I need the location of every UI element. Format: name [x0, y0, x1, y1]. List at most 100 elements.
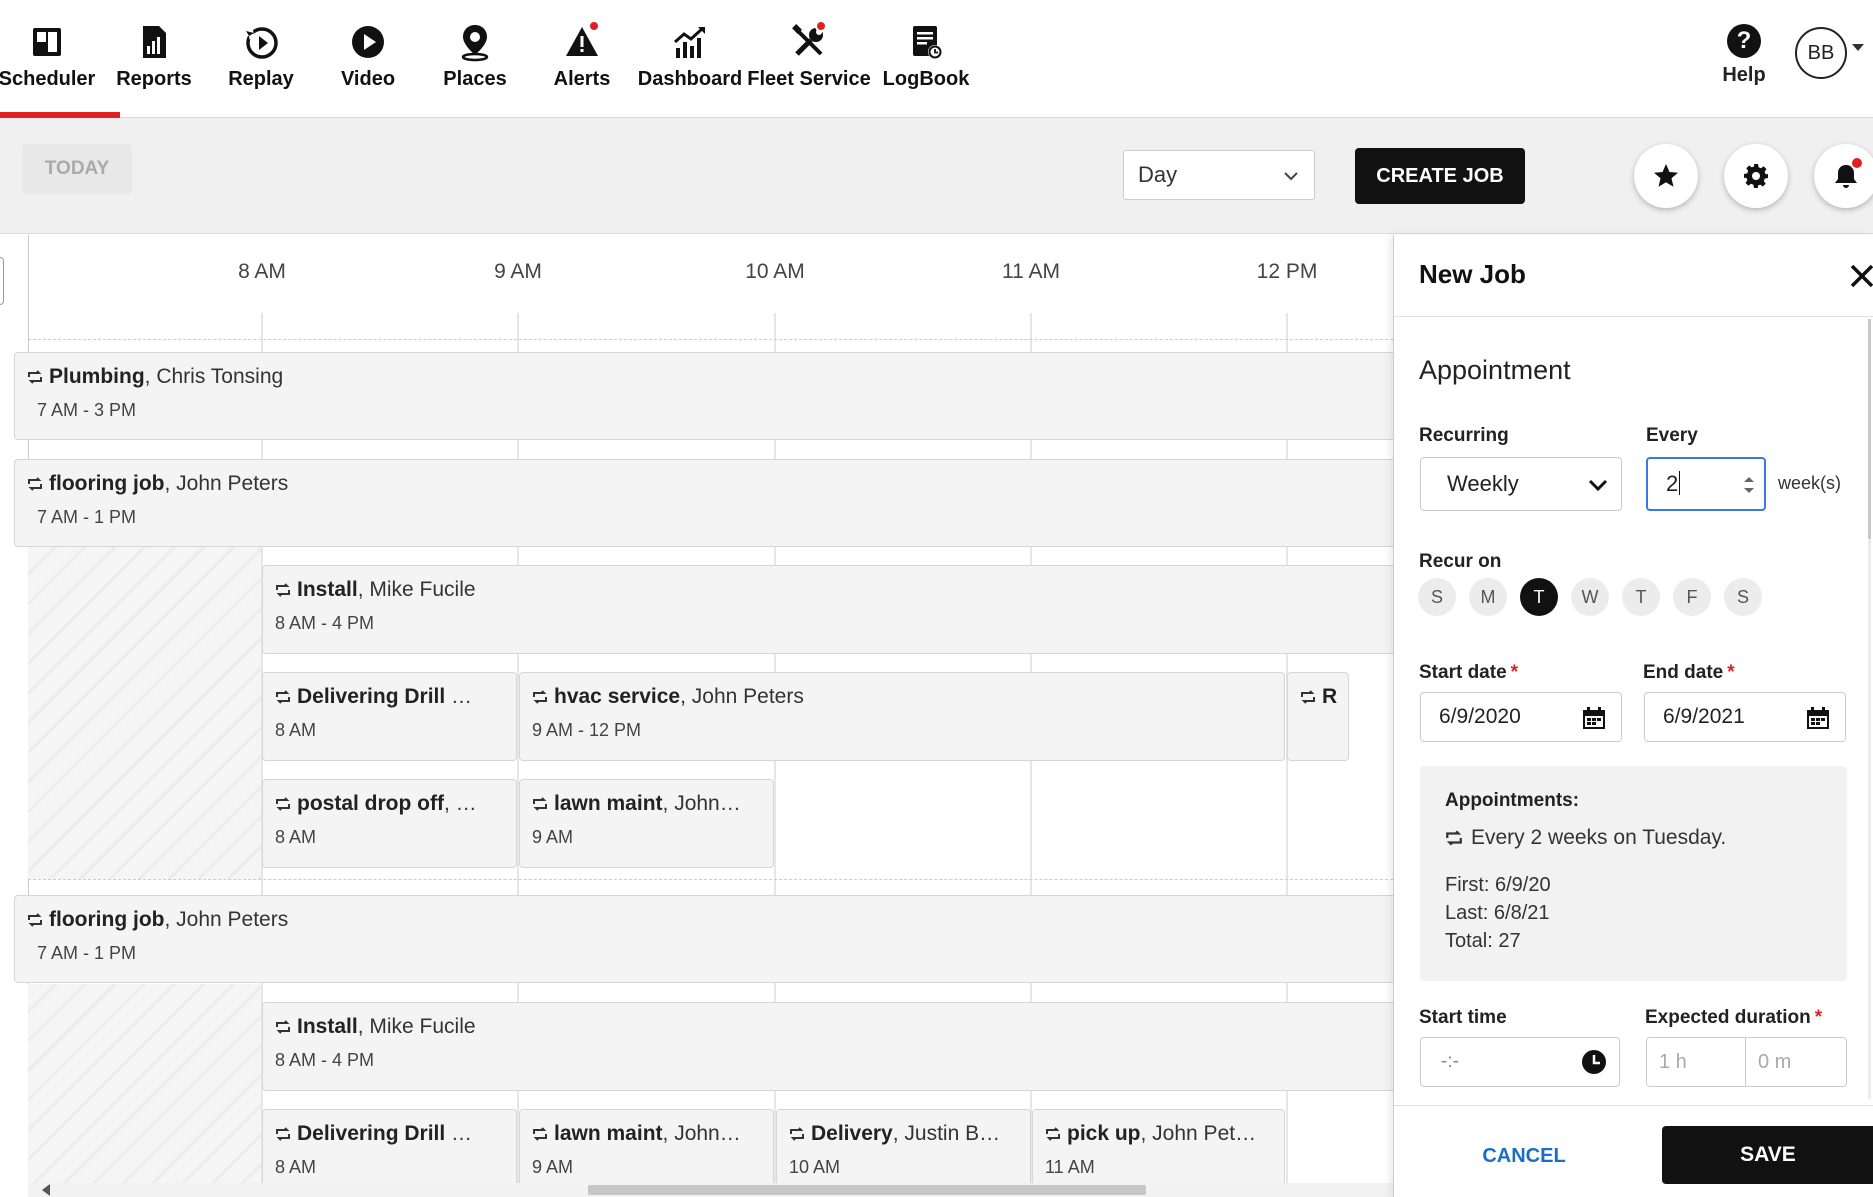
job-title: Install	[297, 578, 358, 601]
nav-dashboard[interactable]: Dashboard	[626, 22, 754, 91]
notification-dot	[588, 20, 600, 32]
job-title: flooring job	[49, 472, 165, 495]
collapse-handle[interactable]	[0, 257, 4, 305]
start-date-value: 6/9/2020	[1439, 705, 1521, 728]
panel-scrollbar-thumb[interactable]	[1868, 319, 1871, 539]
recurring-icon	[1446, 830, 1462, 846]
duration-minutes-input[interactable]: 0 m	[1745, 1037, 1847, 1087]
clock-icon[interactable]	[1581, 1049, 1607, 1075]
video-icon	[348, 22, 388, 62]
recurring-icon	[28, 913, 42, 927]
summary-total: Total: 27	[1445, 930, 1521, 952]
nav-fleet-service[interactable]: Fleet Service	[745, 20, 873, 91]
avatar[interactable]: BB	[1795, 27, 1847, 79]
day-toggle-wednesday[interactable]: W	[1571, 578, 1609, 616]
recurring-icon	[533, 690, 547, 704]
cancel-button[interactable]: CANCEL	[1454, 1136, 1594, 1176]
hour-label: 10 AM	[745, 260, 805, 283]
view-select[interactable]: Day	[1123, 150, 1315, 200]
horizontal-scrollbar[interactable]	[28, 1183, 1393, 1197]
row-divider	[28, 339, 1393, 340]
recurring-icon	[276, 690, 290, 704]
job-assignee: , John…	[662, 792, 741, 815]
day-toggle-saturday[interactable]: S	[1724, 578, 1762, 616]
scheduler-toolbar: TODAY Day CREATE JOB	[0, 118, 1873, 234]
scheduler-icon	[27, 22, 67, 62]
day-toggle-sunday[interactable]: S	[1418, 578, 1456, 616]
job-time: 7 AM - 1 PM	[37, 507, 137, 527]
job-card[interactable]: lawn maint, John… 9 AM	[519, 779, 774, 868]
job-card[interactable]: Install, Mike Fucile 8 AM - 4 PM	[262, 1002, 1393, 1091]
reports-icon	[134, 22, 174, 62]
job-card[interactable]: R	[1287, 672, 1349, 761]
job-card[interactable]: hvac service, John Peters 9 AM - 12 PM	[519, 672, 1285, 761]
job-assignee: , Mike Fucile	[357, 1015, 476, 1038]
job-card[interactable]: Install, Mike Fucile 8 AM - 4 PM	[262, 565, 1393, 654]
job-assignee: , Chris Tonsing	[144, 365, 284, 388]
job-assignee: , John Peters	[164, 472, 289, 495]
close-icon[interactable]	[1849, 263, 1873, 289]
start-time-input[interactable]: -:-	[1420, 1037, 1620, 1087]
notification-dot	[1850, 156, 1864, 170]
panel-scrollbar[interactable]	[1868, 319, 1871, 1099]
summary-last: Last: 6/8/21	[1445, 902, 1550, 924]
notifications-button[interactable]	[1814, 144, 1873, 208]
job-assignee: , …	[443, 792, 477, 815]
start-date-input[interactable]: 6/9/2020	[1420, 692, 1622, 742]
settings-button[interactable]	[1724, 144, 1788, 208]
job-title: Delivering Drill	[297, 1122, 446, 1145]
day-toggle-thursday[interactable]: T	[1622, 578, 1660, 616]
recurring-icon	[276, 1020, 290, 1034]
new-job-panel: New Job Appointment Recurring Every Week…	[1393, 235, 1873, 1197]
scrollbar-thumb[interactable]	[588, 1185, 1146, 1195]
recurring-icon	[533, 797, 547, 811]
every-interval-value: 2	[1666, 471, 1679, 496]
job-card[interactable]: Plumbing, Chris Tonsing 7 AM - 3 PM	[14, 352, 1393, 440]
job-card[interactable]: flooring job, John Peters 7 AM - 1 PM	[14, 895, 1393, 983]
interval-unit: week(s)	[1778, 473, 1842, 493]
every-interval-input[interactable]: 2	[1646, 457, 1766, 511]
duration-label: Expected duration *	[1645, 1007, 1823, 1028]
nav-label: Scheduler	[0, 68, 96, 90]
day-toggle-tuesday[interactable]: T	[1520, 578, 1558, 616]
help-button[interactable]: ? Help	[1680, 24, 1808, 87]
job-time: 8 AM	[275, 827, 317, 847]
panel-title: New Job	[1419, 259, 1526, 289]
fleet-service-icon	[789, 20, 829, 62]
calendar-icon[interactable]	[1805, 705, 1831, 731]
calendar-icon[interactable]	[1581, 705, 1607, 731]
recurring-select[interactable]: Weekly	[1420, 457, 1622, 511]
create-job-button[interactable]: CREATE JOB	[1355, 148, 1525, 204]
schedule-grid: 8 AM 9 AM 10 AM 11 AM 12 PM Plumbing, Ch…	[0, 235, 1393, 1197]
nav-label: Video	[340, 68, 396, 90]
job-time: 8 AM - 4 PM	[275, 613, 375, 633]
notification-dot	[815, 20, 827, 32]
spinner-icon[interactable]	[1742, 473, 1756, 497]
job-time: 9 AM - 12 PM	[532, 720, 642, 740]
day-toggle-friday[interactable]: F	[1673, 578, 1711, 616]
alerts-icon	[562, 20, 602, 62]
job-assignee: , John…	[662, 1122, 741, 1145]
job-card[interactable]: postal drop off, … 8 AM	[262, 779, 517, 868]
panel-header: New Job	[1394, 235, 1873, 317]
day-toggle-monday[interactable]: M	[1469, 578, 1507, 616]
duration-hours-input[interactable]: 1 h	[1646, 1037, 1746, 1087]
nav-label: Fleet Service	[747, 68, 871, 90]
job-card[interactable]: Delivering Drill … 8 AM	[262, 672, 517, 761]
save-button[interactable]: SAVE	[1662, 1126, 1873, 1184]
places-icon	[455, 22, 495, 62]
nav-label: Alerts	[553, 68, 611, 90]
scroll-left-icon[interactable]	[42, 1184, 50, 1196]
nav-logbook[interactable]: LogBook	[862, 22, 990, 91]
today-button[interactable]: TODAY	[22, 144, 132, 194]
favorites-button[interactable]	[1634, 144, 1698, 208]
job-card[interactable]: flooring job, John Peters 7 AM - 1 PM	[14, 459, 1393, 547]
avatar-caret-icon[interactable]	[1852, 44, 1864, 51]
hour-label: 8 AM	[238, 260, 286, 283]
end-date-input[interactable]: 6/9/2021	[1644, 692, 1846, 742]
recurring-icon	[1301, 690, 1315, 704]
job-title: Delivery	[811, 1122, 893, 1145]
help-label: Help	[1722, 64, 1766, 86]
job-title: hvac service	[554, 685, 681, 708]
job-time: 8 AM - 4 PM	[275, 1050, 375, 1070]
